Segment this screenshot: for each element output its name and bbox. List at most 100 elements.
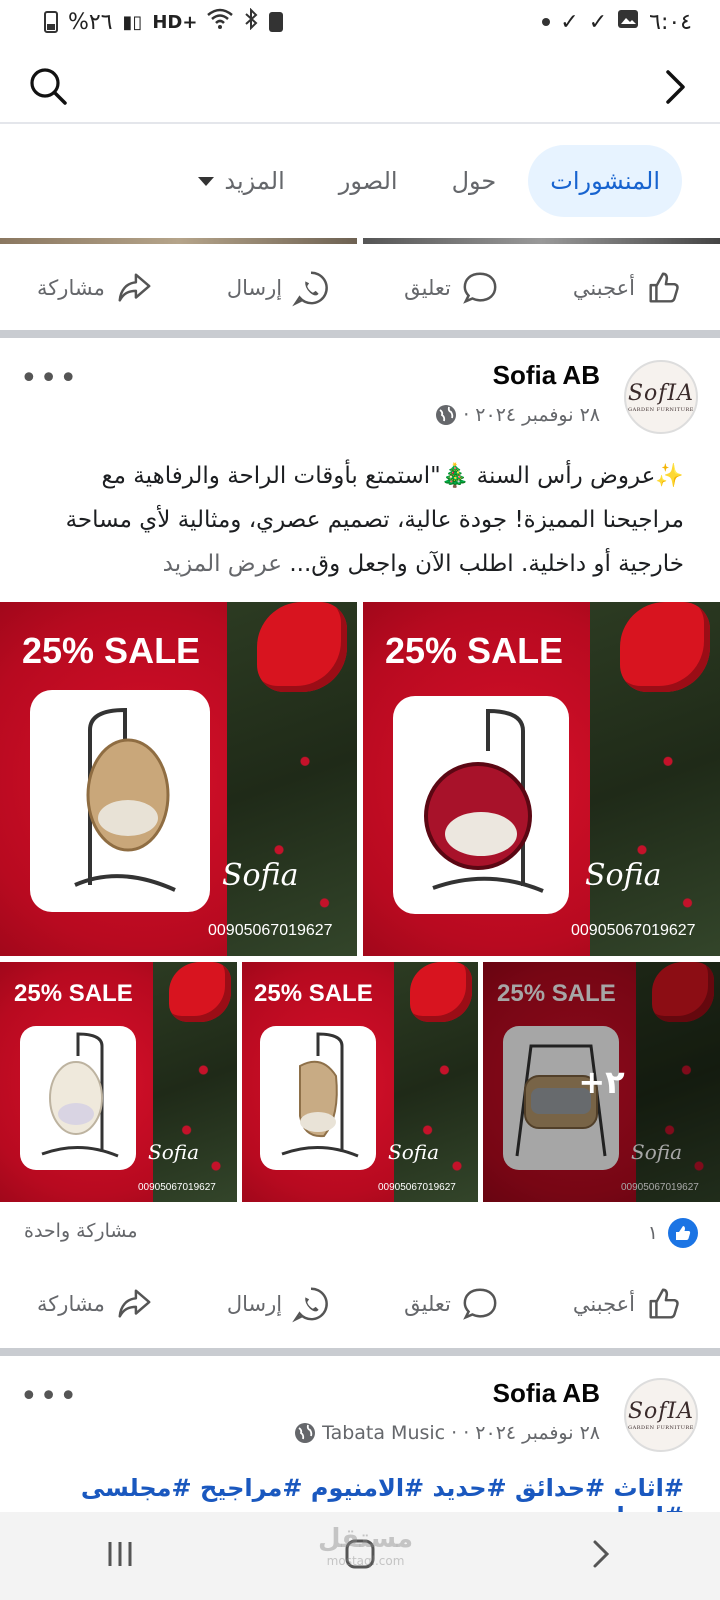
comment-icon: [463, 1288, 497, 1320]
send-label: إرسال: [226, 276, 283, 300]
tab-photos[interactable]: الصور: [317, 149, 420, 213]
back-button[interactable]: [652, 64, 698, 110]
brand-logo: Sofia: [148, 1140, 200, 1164]
gallery-icon: [617, 9, 639, 35]
more-images-overlay[interactable]: +٢: [483, 962, 720, 1202]
avatar-sub-text: GARDEN FURNITURE: [628, 407, 694, 413]
tab-more[interactable]: المزيد: [176, 149, 306, 213]
tab-posts[interactable]: المنشورات: [528, 145, 682, 217]
globe-icon: [436, 405, 457, 425]
post-text: ✨عروض رأس السنة 🎄"استمتع بأوقات الراحة و…: [34, 454, 684, 586]
hanging-chair-icon: [74, 707, 176, 892]
like-label: أعجبني: [572, 276, 635, 300]
sale-label: 25% SALE: [22, 630, 201, 671]
post-header: SofIA GARDEN FURNITURE Sofia AB ٢٨ نوفمب…: [0, 360, 720, 450]
avatar-logo-text: SofIA: [627, 381, 695, 406]
top-nav: [0, 44, 720, 124]
sale-label: 25% SALE: [14, 980, 133, 1007]
sale-label: 25% SALE: [385, 630, 564, 671]
signal-icon: ▮▯: [122, 11, 143, 33]
thumbs-up-icon: [649, 272, 679, 303]
product-card: [20, 1026, 136, 1170]
comment-button[interactable]: تعليق: [404, 269, 499, 307]
avatar[interactable]: SofIA GARDEN FURNITURE: [624, 1378, 698, 1452]
status-left: %٢٦ ▮▯ HD+: [44, 7, 284, 36]
bluetooth-icon: [243, 7, 259, 36]
promo-image[interactable]: 25% SALE Sofia 00905067019627: [0, 962, 237, 1202]
promo-image[interactable]: 25% SALE Sofia 00905067019627 +٢: [483, 962, 720, 1202]
see-more-link[interactable]: عرض المزيد: [163, 551, 282, 577]
send-button[interactable]: إرسال: [227, 1285, 330, 1323]
share-button[interactable]: مشاركة: [37, 269, 153, 307]
comment-label: تعليق: [404, 1292, 451, 1316]
post-header: SofIA GARDEN FURNITURE Sofia AB ٢٨ نوفمب…: [0, 1378, 720, 1468]
reaction-summary[interactable]: ١: [648, 1218, 698, 1248]
post-actions: أعجبني تعليق إرسال مشاركة: [0, 1264, 720, 1344]
avatar-sub-text: GARDEN FURNITURE: [628, 1425, 694, 1431]
bow-decoration: [410, 962, 472, 1022]
notification-dot-icon: [542, 18, 551, 26]
share-count[interactable]: مشاركة واحدة: [24, 1220, 138, 1242]
battery-icon: [44, 11, 58, 33]
post-divider: [0, 330, 720, 338]
profile-tabs: المنشورات حول الصور المزيد: [0, 126, 720, 236]
search-icon: [30, 68, 67, 105]
bow-decoration: [169, 962, 231, 1022]
avatar[interactable]: SofIA GARDEN FURNITURE: [624, 360, 698, 434]
tab-more-label: المزيد: [224, 167, 285, 195]
product-card: [30, 690, 210, 912]
post-body: ✨عروض رأس السنة 🎄"استمتع بأوقات الراحة و…: [65, 463, 684, 577]
wifi-icon: [207, 8, 234, 36]
globe-icon: [295, 1423, 316, 1443]
product-card: [393, 696, 569, 914]
post-meta: ٢٨ نوفمبر ٢٠٢٤ · Tabata Music ·: [294, 1422, 600, 1444]
comment-button[interactable]: تعليق: [404, 1285, 499, 1323]
chevron-right-icon: [593, 1540, 610, 1568]
avatar-logo-text: SofIA: [627, 1399, 695, 1424]
comment-icon: [463, 272, 497, 304]
send-button[interactable]: إرسال: [227, 269, 330, 307]
like-count: ١: [647, 1222, 658, 1244]
music-credit[interactable]: Tabata Music ·: [322, 1422, 457, 1444]
clock-time: ٦:٠٤: [649, 9, 692, 35]
like-button[interactable]: أعجبني: [573, 1285, 683, 1323]
tab-about[interactable]: حول: [430, 149, 519, 213]
promo-image[interactable]: 25% SALE Sofia 00905067019627: [363, 602, 720, 956]
bow-decoration: [620, 602, 710, 692]
search-button[interactable]: [26, 64, 72, 110]
author-name[interactable]: Sofia AB: [493, 1378, 600, 1409]
watermark: مستقل mostaql.com: [318, 1526, 413, 1572]
bow-decoration: [257, 602, 347, 692]
watermark-sub: mostaql.com: [326, 1554, 405, 1568]
post-date: ٢٨ نوفمبر ٢٠٢٤ ·: [463, 404, 600, 426]
post-actions-previous: أعجبني تعليق إرسال مشاركة: [0, 248, 720, 328]
brand-logo: Sofia: [222, 858, 299, 893]
share-icon: [118, 273, 151, 302]
author-name[interactable]: Sofia AB: [493, 360, 600, 391]
recent-apps-button[interactable]: [100, 1534, 140, 1578]
battery-level: %٢٦: [68, 9, 113, 35]
status-bar: %٢٦ ▮▯ HD+ ✓ ✓ ٦:٠٤: [0, 0, 720, 44]
promo-image[interactable]: 25% SALE Sofia 00905067019627: [242, 962, 478, 1202]
share-button[interactable]: مشاركة: [37, 1285, 153, 1323]
check-icon: ✓: [588, 9, 608, 35]
share-label: مشاركة: [37, 1292, 105, 1316]
like-label: أعجبني: [572, 1292, 635, 1316]
product-card: [260, 1026, 376, 1170]
back-nav-button[interactable]: [580, 1534, 620, 1578]
previous-post-image-edge: [0, 238, 720, 244]
brand-logo: Sofia: [388, 1140, 440, 1164]
chevron-right-icon: [666, 70, 685, 104]
post-date: ٢٨ نوفمبر ٢٠٢٤ ·: [463, 1422, 600, 1444]
more-options-icon[interactable]: •••: [20, 1382, 79, 1412]
reactions-row: ١ مشاركة واحدة: [0, 1214, 720, 1254]
more-images-count: +٢: [578, 1063, 625, 1101]
thumbs-up-icon: [649, 1288, 679, 1319]
post-meta: ٢٨ نوفمبر ٢٠٢٤ ·: [435, 404, 600, 426]
like-button[interactable]: أعجبني: [573, 269, 683, 307]
comment-label: تعليق: [404, 276, 451, 300]
hanging-chair-icon: [281, 1032, 359, 1158]
phone-number: 00905067019627: [378, 1182, 456, 1193]
promo-image[interactable]: 25% SALE Sofia 00905067019627: [0, 602, 357, 956]
more-options-icon[interactable]: •••: [20, 364, 79, 394]
